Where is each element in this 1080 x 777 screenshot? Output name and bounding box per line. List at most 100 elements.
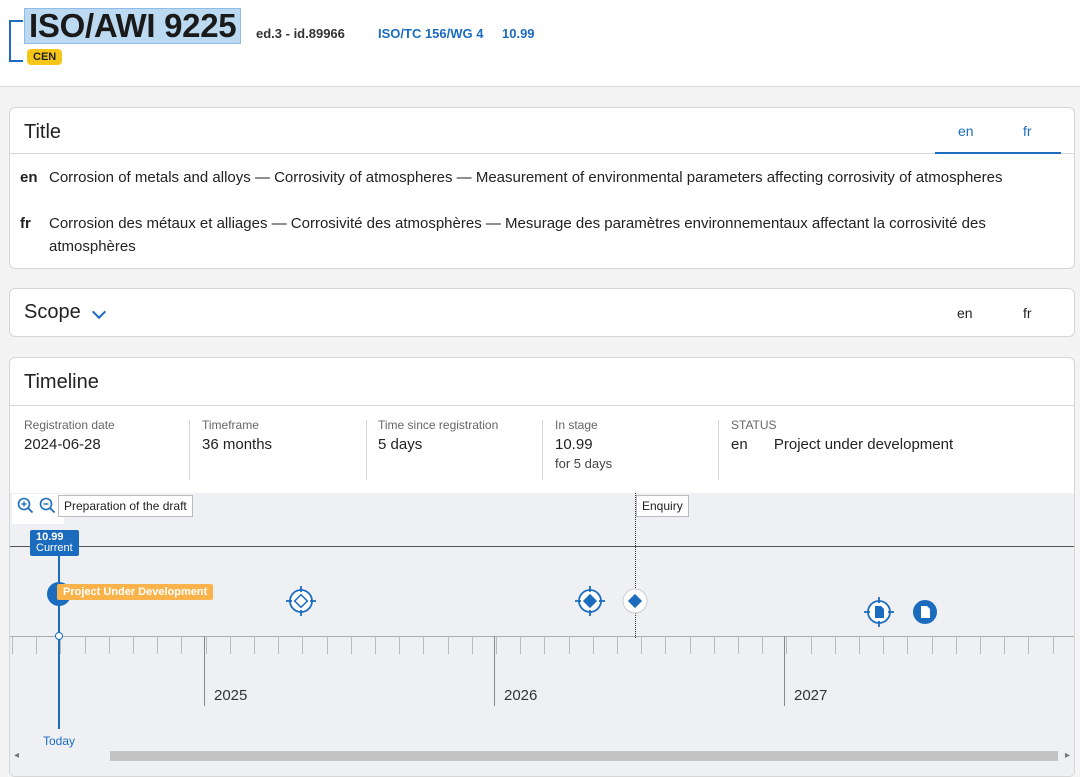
month-tick xyxy=(254,636,255,654)
month-tick xyxy=(36,636,37,654)
scope-tab-fr[interactable]: fr xyxy=(1023,305,1032,321)
phase-divider xyxy=(10,546,1074,547)
cen-badge: CEN xyxy=(27,49,63,65)
month-tick xyxy=(980,636,981,654)
timeline-chart[interactable]: Preparation of the draft Enquiry 10.99 C… xyxy=(10,493,1074,776)
stat-label: In stage xyxy=(555,418,598,432)
month-tick xyxy=(448,636,449,654)
month-tick xyxy=(278,636,279,654)
standard-code: ISO/AWI 9225 xyxy=(24,8,242,44)
stat-status: STATUS en Project under development xyxy=(731,418,953,482)
month-tick xyxy=(85,636,86,654)
stat-label: Timeframe xyxy=(202,418,259,432)
scope-heading[interactable]: Scope xyxy=(24,301,81,324)
stat-value: 2024-06-28 xyxy=(24,436,101,453)
scroll-left-arrow[interactable]: ◂ xyxy=(14,750,19,761)
target-icon[interactable] xyxy=(575,586,605,621)
zoom-controls xyxy=(12,494,64,524)
document-icon[interactable] xyxy=(864,597,894,632)
stat-value: 36 months xyxy=(202,436,273,453)
title-lang: en xyxy=(20,169,38,186)
year-tick xyxy=(784,636,785,706)
month-tick xyxy=(1053,636,1054,654)
month-tick xyxy=(181,636,182,654)
month-tick xyxy=(883,636,884,654)
month-tick xyxy=(206,636,207,654)
chevron-down-icon[interactable] xyxy=(91,304,107,320)
diamond-icon[interactable] xyxy=(622,588,648,619)
page-header: ISO/AWI 9225 CEN ed.3 - id.89966 ISO/TC … xyxy=(0,0,1080,87)
document-icon[interactable] xyxy=(912,599,938,630)
month-tick xyxy=(665,636,666,654)
scope-card[interactable]: Scope en fr xyxy=(9,288,1075,337)
title-text: Corrosion of metals and alloys — Corrosi… xyxy=(49,169,1003,186)
stat-value: 10.99 xyxy=(555,436,593,453)
timeline-stats: Registration date 2024-06-28 Timeframe 3… xyxy=(10,406,1074,493)
stat-label: Registration date xyxy=(24,418,115,432)
tab-underline xyxy=(935,152,1061,154)
title-card: Title en fr en Corrosion of metals and a… xyxy=(9,107,1075,269)
month-tick xyxy=(12,636,13,654)
current-stage-badge: 10.99 Current xyxy=(30,530,79,556)
edition-info: ed.3 - id.89966 xyxy=(256,26,345,41)
year-label: 2025 xyxy=(214,687,248,704)
month-tick xyxy=(109,636,110,654)
timeline-axis xyxy=(10,636,1074,637)
tab-fr[interactable]: fr xyxy=(1023,123,1032,139)
stat-registration-date: Registration date 2024-06-28 xyxy=(24,418,115,482)
month-tick xyxy=(375,636,376,654)
tab-en[interactable]: en xyxy=(958,123,974,139)
month-tick xyxy=(738,636,739,654)
month-tick xyxy=(327,636,328,654)
month-tick xyxy=(569,636,570,654)
today-label: Today xyxy=(43,734,76,748)
month-tick xyxy=(932,636,933,654)
month-tick xyxy=(835,636,836,654)
year-tick xyxy=(494,636,495,706)
horizontal-scrollbar[interactable] xyxy=(110,751,1058,761)
month-tick xyxy=(423,636,424,654)
title-text: Corrosion des métaux et alliages — Corro… xyxy=(49,215,986,255)
stat-sub: for 5 days xyxy=(555,456,613,471)
stat-value: 5 days xyxy=(378,436,423,453)
stat-in-stage: In stage 10.99 for 5 days xyxy=(555,418,612,482)
zoom-out-icon[interactable] xyxy=(39,497,56,519)
committee-link[interactable]: ISO/TC 156/WG 4 xyxy=(378,26,483,41)
month-tick xyxy=(544,636,545,654)
month-tick xyxy=(907,636,908,654)
status-text: Project under development xyxy=(773,436,954,453)
status-lang: en xyxy=(731,436,748,453)
stat-timeframe: Timeframe 36 months xyxy=(202,418,272,482)
month-tick xyxy=(1028,636,1029,654)
month-tick xyxy=(399,636,400,654)
month-tick xyxy=(133,636,134,654)
scroll-right-arrow[interactable]: ▸ xyxy=(1065,750,1070,761)
month-tick xyxy=(520,636,521,654)
timeline-heading: Timeline xyxy=(24,371,99,393)
scope-tab-en[interactable]: en xyxy=(957,305,973,321)
month-tick xyxy=(641,636,642,654)
month-tick xyxy=(811,636,812,654)
phase-preparation: Preparation of the draft xyxy=(58,495,193,517)
year-label: 2027 xyxy=(794,687,828,704)
month-tick xyxy=(786,636,787,654)
month-tick xyxy=(956,636,957,654)
month-tick xyxy=(714,636,715,654)
month-tick xyxy=(496,636,497,654)
stat-label: Time since registration xyxy=(378,418,499,432)
month-tick xyxy=(302,636,303,654)
stat-value: en Project under development xyxy=(731,436,953,453)
month-tick xyxy=(762,636,763,654)
phase-enquiry: Enquiry xyxy=(636,495,689,517)
target-icon[interactable] xyxy=(286,586,316,621)
month-tick xyxy=(690,636,691,654)
year-tick xyxy=(204,636,205,706)
timeline-card: Timeline Registration date 2024-06-28 Ti… xyxy=(9,357,1075,777)
year-label: 2026 xyxy=(504,687,538,704)
zoom-in-icon[interactable] xyxy=(17,497,34,519)
stage-link[interactable]: 10.99 xyxy=(502,26,535,41)
status-tag: Project Under Development xyxy=(57,584,214,600)
month-tick xyxy=(593,636,594,654)
month-tick xyxy=(617,636,618,654)
today-marker xyxy=(55,632,63,640)
